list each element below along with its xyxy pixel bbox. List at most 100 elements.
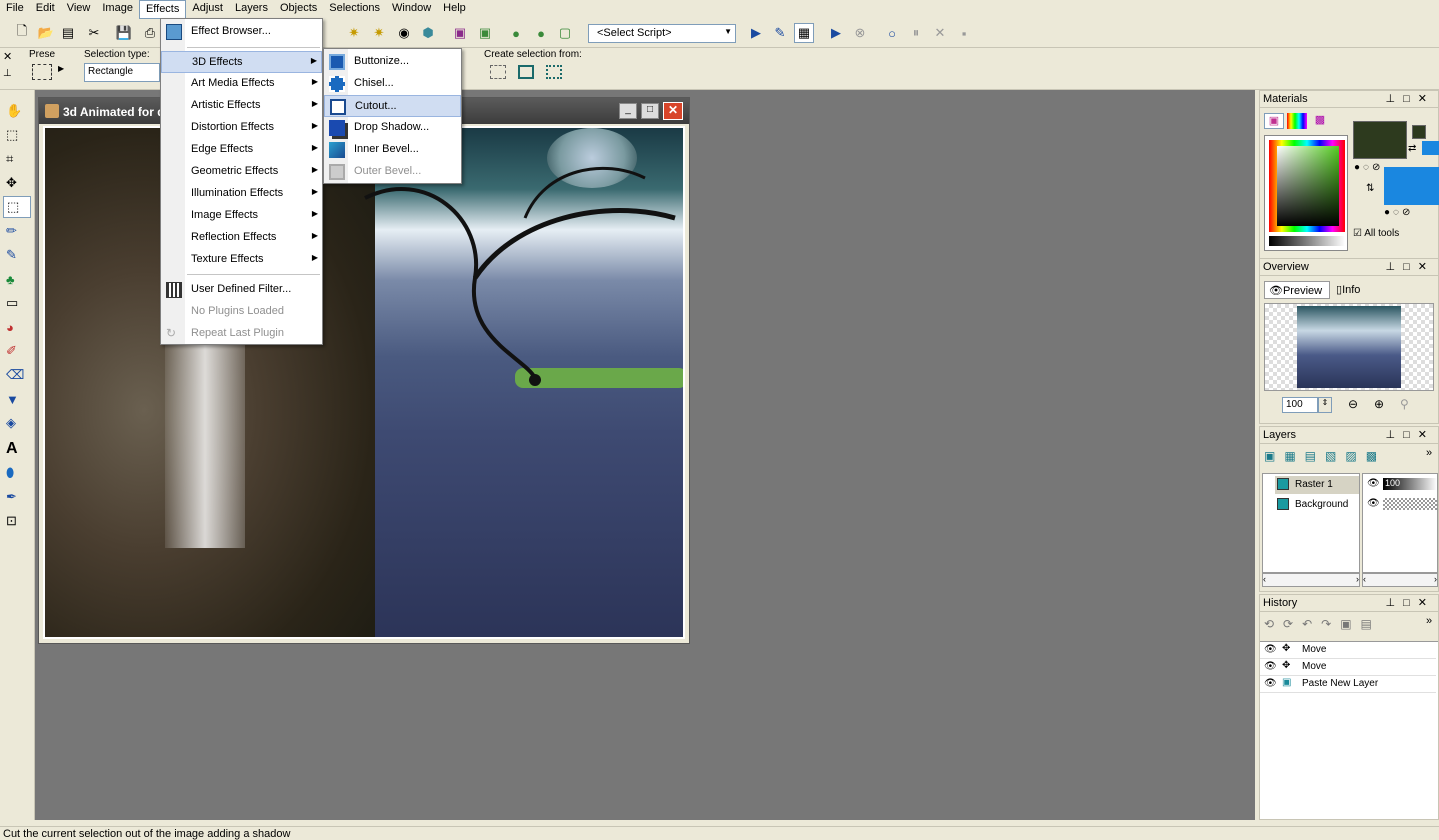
edge-effects-item[interactable]: Edge Effects ▶ (161, 139, 322, 161)
zoom-spinner-icon[interactable]: ⇕ (1318, 397, 1332, 413)
foreground-small-swatch[interactable] (1412, 125, 1426, 139)
geometric-effects-item[interactable]: Geometric Effects ▶ (161, 161, 322, 183)
color-picker[interactable] (1264, 135, 1348, 251)
fill-tool-icon[interactable]: ▼ (3, 388, 31, 410)
frame-icon[interactable]: ▢ (555, 23, 575, 43)
menu-selections[interactable]: Selections (323, 0, 386, 19)
print-icon[interactable]: ⎙ (140, 23, 160, 43)
layer-scrollbar[interactable]: ‹ › (1262, 573, 1360, 587)
close-icon[interactable]: ✕ (663, 102, 683, 120)
chisel-item[interactable]: Chisel... (324, 73, 461, 95)
selection-from-mask-icon[interactable] (546, 65, 562, 79)
swap-icon[interactable]: ⇄ (1408, 143, 1416, 154)
selection-type-select[interactable]: Rectangle (84, 63, 160, 82)
portrait-icon[interactable]: ▣ (450, 23, 470, 43)
panel-controls-icon[interactable]: ⊥□✕ (1386, 596, 1435, 609)
picture-tube-icon[interactable]: ◈ (3, 412, 31, 434)
foreground-swatch[interactable] (1353, 121, 1407, 159)
script-select[interactable]: <Select Script> ▼ (588, 24, 736, 43)
background-small-swatch[interactable] (1422, 141, 1439, 155)
eraser-tool-icon[interactable]: ⌫ (3, 364, 31, 386)
inner-bevel-item[interactable]: Inner Bevel... (324, 139, 461, 161)
clone-brush-icon[interactable]: ♣ (3, 268, 31, 290)
new-file-icon[interactable]: 🗋 (12, 23, 32, 43)
open-file-icon[interactable]: 📂 (36, 23, 56, 43)
drop-shadow-item[interactable]: Drop Shadow... (324, 117, 461, 139)
selection-tool-icon[interactable]: ⬚ (3, 196, 31, 218)
zoom-input[interactable]: 100 (1282, 397, 1318, 413)
menu-edit[interactable]: Edit (30, 0, 61, 19)
cube-icon[interactable]: ⬢ (418, 23, 438, 43)
color-gradient-square[interactable] (1277, 146, 1339, 226)
all-tools-checkbox[interactable]: ☑ All tools (1353, 228, 1399, 239)
menu-help[interactable]: Help (437, 0, 472, 19)
move-tool-icon[interactable]: ✥ (3, 172, 31, 194)
grayscale-bar[interactable] (1269, 236, 1345, 246)
edit-script-icon[interactable]: ✎ (770, 23, 790, 43)
stop-script-icon[interactable]: ⊗ (850, 23, 870, 43)
menu-effects[interactable]: Effects (138, 0, 187, 19)
user-defined-filter-item[interactable]: User Defined Filter... (161, 279, 322, 301)
run-script-icon[interactable]: ▶ (746, 23, 766, 43)
visibility-eye-icon[interactable]: 👁 (1367, 478, 1380, 489)
panel-controls-icon[interactable]: ⊥□✕ (1386, 260, 1435, 273)
save-icon[interactable]: 💾 (114, 23, 134, 43)
visibility-eye-icon[interactable]: 👁 (1367, 498, 1380, 509)
scan-icon[interactable]: ✂ (84, 23, 104, 43)
effect-sparkle2-icon[interactable]: ✷ (369, 23, 389, 43)
makeover-tool-icon[interactable]: ▭ (3, 292, 31, 314)
fg-style-icons[interactable]: ●◌⊘ (1354, 162, 1383, 173)
opacity-slider[interactable]: 100 (1383, 478, 1437, 490)
minimize-icon[interactable]: _ (619, 103, 637, 119)
more-icon[interactable]: » (1426, 447, 1432, 459)
pen-tool-icon[interactable]: ✒ (3, 486, 31, 508)
close-options-icon[interactable]: ✕ (3, 50, 12, 63)
person-icon[interactable]: ● (506, 23, 526, 43)
zoom-fit-icon[interactable]: ⚲ (1400, 397, 1409, 411)
rainbow-tab-icon[interactable] (1287, 113, 1307, 129)
swatches-tab-icon[interactable]: ▣ (1264, 113, 1284, 129)
menu-layers[interactable]: Layers (229, 0, 274, 19)
script-mode-icon[interactable]: ▦ (794, 23, 814, 43)
menu-objects[interactable]: Objects (274, 0, 323, 19)
maximize-icon[interactable]: □ (641, 103, 659, 119)
retouch-tool-icon[interactable]: ✐ (3, 340, 31, 362)
pin-icon[interactable]: ⊥ (3, 68, 12, 79)
history-item[interactable]: 👁 ✥ Move (1260, 659, 1436, 676)
save-script-icon[interactable]: ▪ (954, 23, 974, 43)
record-icon[interactable]: ○ (882, 23, 902, 43)
background-swatch[interactable] (1384, 167, 1439, 205)
warp-tool-icon[interactable]: ⊡ (3, 510, 31, 532)
preview-thumbnail[interactable] (1264, 303, 1434, 391)
panel-controls-icon[interactable]: ⊥□✕ (1386, 428, 1435, 441)
menu-file[interactable]: File (0, 0, 30, 19)
effect-sparkle-icon[interactable]: ✷ (344, 23, 364, 43)
text-tool-icon[interactable]: A (3, 438, 31, 460)
menu-view[interactable]: View (61, 0, 97, 19)
zoom-in-icon[interactable]: ⊕ (1374, 397, 1384, 411)
texture-effects-item[interactable]: Texture Effects ▶ (161, 249, 322, 271)
selection-from-layer-icon[interactable] (518, 65, 534, 79)
pattern-tab-icon[interactable]: ▩ (1310, 113, 1330, 129)
tab-preview[interactable]: 👁Preview (1264, 281, 1330, 299)
selection-from-canvas-icon[interactable] (490, 65, 506, 79)
pan-tool-icon[interactable]: ✋ (3, 100, 31, 122)
crop-tool-icon[interactable]: ⌗ (3, 148, 31, 170)
art-media-effects-item[interactable]: Art Media Effects ▶ (161, 73, 322, 95)
tab-info[interactable]: ▯Info (1332, 281, 1376, 299)
reflection-effects-item[interactable]: Reflection Effects ▶ (161, 227, 322, 249)
zoom-tool-icon[interactable]: ⬚ (3, 124, 31, 146)
preset-button[interactable] (32, 64, 52, 80)
zoom-out-icon[interactable]: ⊖ (1348, 397, 1358, 411)
pause-icon[interactable]: ⏸ (906, 23, 926, 43)
image-effects-item[interactable]: Image Effects ▶ (161, 205, 322, 227)
swap-colors-icon[interactable]: ⇅ (1366, 183, 1374, 194)
bg-style-icons[interactable]: ●◌⊘ (1384, 207, 1413, 218)
3d-effects-item[interactable]: 3D Effects ▶ (161, 51, 322, 73)
dropper-tool-icon[interactable]: ✏ (3, 220, 31, 242)
buttonize-item[interactable]: Buttonize... (324, 51, 461, 73)
panel-controls-icon[interactable]: ⊥□✕ (1386, 92, 1435, 105)
effect-browser-item[interactable]: Effect Browser... (161, 21, 322, 43)
history-item[interactable]: 👁 ✥ Move (1260, 642, 1436, 659)
browse-icon[interactable]: ▤ (58, 23, 78, 43)
